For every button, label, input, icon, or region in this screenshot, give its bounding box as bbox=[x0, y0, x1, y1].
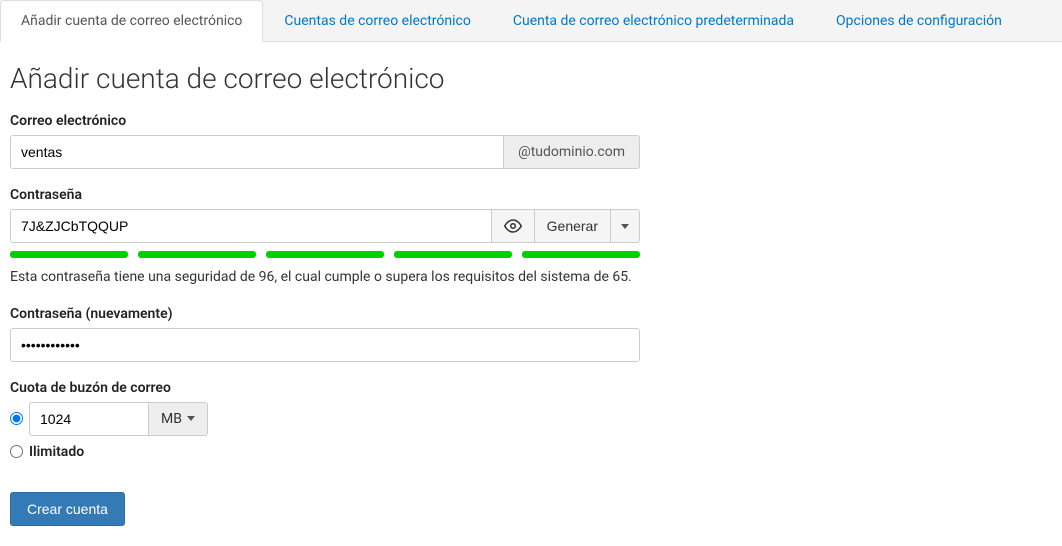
email-input[interactable] bbox=[10, 135, 504, 169]
quota-value-input[interactable] bbox=[29, 402, 149, 436]
tab-config-options[interactable]: Opciones de configuración bbox=[815, 0, 1023, 41]
quota-specific-radio[interactable] bbox=[10, 412, 23, 425]
caret-down-icon bbox=[187, 416, 195, 421]
password-strength-text: Esta contraseña tiene una seguridad de 9… bbox=[10, 268, 810, 288]
strength-segment bbox=[266, 251, 384, 258]
strength-segment bbox=[394, 251, 512, 258]
toggle-password-visibility-button[interactable] bbox=[492, 209, 535, 243]
quota-unit-label: MB bbox=[161, 411, 182, 427]
strength-segment bbox=[138, 251, 256, 258]
create-account-button[interactable]: Crear cuenta bbox=[10, 492, 125, 526]
quota-unlimited-radio[interactable] bbox=[10, 445, 23, 458]
password-label: Contraseña bbox=[10, 187, 1052, 203]
generate-password-dropdown-button[interactable] bbox=[611, 209, 640, 243]
password-field-group: Contraseña Generar Esta contraseña tiene… bbox=[10, 187, 1052, 288]
strength-segment bbox=[10, 251, 128, 258]
eye-icon bbox=[504, 217, 522, 235]
strength-segment bbox=[522, 251, 640, 258]
content-area: Añadir cuenta de correo electrónico Corr… bbox=[0, 42, 1062, 546]
password-confirm-input[interactable] bbox=[10, 328, 640, 362]
tab-accounts[interactable]: Cuentas de correo electrónico bbox=[263, 0, 491, 41]
quota-field-group: Cuota de buzón de correo MB Ilimitado bbox=[10, 380, 1052, 460]
tabs-bar: Añadir cuenta de correo electrónico Cuen… bbox=[0, 0, 1062, 42]
quota-label: Cuota de buzón de correo bbox=[10, 380, 1052, 396]
password-strength-bar bbox=[10, 251, 640, 258]
password-confirm-field-group: Contraseña (nuevamente) bbox=[10, 306, 1052, 362]
quota-unit-dropdown[interactable]: MB bbox=[149, 402, 208, 436]
email-domain-addon: @tudominio.com bbox=[504, 135, 640, 169]
caret-down-icon bbox=[621, 224, 629, 229]
email-label: Correo electrónico bbox=[10, 113, 1052, 129]
tab-default-account[interactable]: Cuenta de correo electrónico predetermin… bbox=[492, 0, 815, 41]
password-input[interactable] bbox=[10, 209, 492, 243]
quota-unlimited-label: Ilimitado bbox=[29, 444, 84, 460]
email-field-group: Correo electrónico @tudominio.com bbox=[10, 113, 1052, 169]
generate-password-button[interactable]: Generar bbox=[535, 209, 611, 243]
password-confirm-label: Contraseña (nuevamente) bbox=[10, 306, 1052, 322]
page-title: Añadir cuenta de correo electrónico bbox=[10, 62, 1052, 95]
tab-add-account[interactable]: Añadir cuenta de correo electrónico bbox=[0, 0, 263, 42]
